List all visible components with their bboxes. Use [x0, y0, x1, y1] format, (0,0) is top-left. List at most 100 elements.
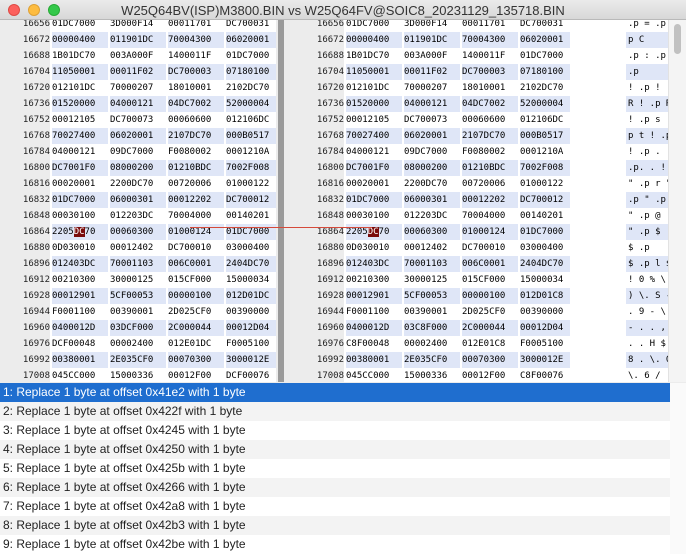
- right-hex-row[interactable]: 16928 00012901 5CF00053 00000100 012D01C8) \…: [294, 288, 668, 304]
- hex-cell[interactable]: 7002F008: [226, 160, 276, 176]
- difference-item[interactable]: 1: Replace 1 byte at offset 0x41e2 with …: [0, 383, 670, 402]
- right-hex-row[interactable]: 16688 1B01DC70 003A000F 1400011F 01DC7000 .p …: [294, 48, 668, 64]
- right-hex-row[interactable]: 16800 DC7001F0 08000200 01210BDC 7002F008 .p.…: [294, 160, 668, 176]
- hex-cell[interactable]: 00030100: [346, 208, 402, 224]
- divider-handle[interactable]: [278, 20, 284, 382]
- hex-cell[interactable]: 70001103: [404, 256, 460, 272]
- hex-cell[interactable]: 03DCF000: [110, 320, 166, 336]
- hex-cell[interactable]: 09DC7000: [404, 144, 460, 160]
- right-hex-row[interactable]: 16976 C8F00048 00002400 012E01C8 F0005100 . .…: [294, 336, 668, 352]
- hex-cell[interactable]: DC700031: [226, 20, 276, 32]
- difference-item[interactable]: 5: Replace 1 byte at offset 0x425b with …: [0, 459, 670, 478]
- hex-cell[interactable]: 15000034: [226, 272, 276, 288]
- hex-cell[interactable]: 0400012D: [52, 320, 108, 336]
- left-hex-row[interactable]: 16848 00030100 012203DC 70004000 00140201: [0, 208, 276, 224]
- difference-item[interactable]: 8: Replace 1 byte at offset 0x42b3 with …: [0, 516, 670, 535]
- difference-item[interactable]: 9: Replace 1 byte at offset 0x42be with …: [0, 535, 670, 554]
- right-hex-pane[interactable]: 16656 01DC7000 3D000F14 00011701 DC700031 .p …: [294, 20, 668, 382]
- hex-cell[interactable]: 70000207: [404, 80, 460, 96]
- hex-cell[interactable]: F0005100: [520, 336, 570, 352]
- hex-cell[interactable]: 012101DC: [52, 80, 108, 96]
- hex-cell[interactable]: 006C0001: [462, 256, 518, 272]
- difference-item[interactable]: 7: Replace 1 byte at offset 0x42a8 with …: [0, 497, 670, 516]
- hex-cell[interactable]: 012203DC: [404, 208, 460, 224]
- hex-cell[interactable]: 00012402: [404, 240, 460, 256]
- hex-cell[interactable]: 11050001: [346, 64, 402, 80]
- hex-cell[interactable]: DC700010: [462, 240, 518, 256]
- hex-cell[interactable]: 06020001: [110, 128, 166, 144]
- hex-cell[interactable]: 012106DC: [520, 112, 570, 128]
- hex-cell[interactable]: 07180100: [520, 64, 570, 80]
- hex-cell[interactable]: 1400011F: [462, 48, 518, 64]
- right-hex-row[interactable]: 16944 F0001100 00390001 2D025CF0 00390000 . 9…: [294, 304, 668, 320]
- hex-cell[interactable]: 00012901: [346, 288, 402, 304]
- hex-cell[interactable]: 00000400: [346, 32, 402, 48]
- hex-cell[interactable]: DC700012: [520, 192, 570, 208]
- hex-cell[interactable]: 012403DC: [346, 256, 402, 272]
- hex-cell[interactable]: 015CF000: [168, 272, 224, 288]
- hex-cell[interactable]: 00011F02: [404, 64, 460, 80]
- right-hex-row[interactable]: 16656 01DC7000 3D000F14 00011701 DC700031 .p …: [294, 20, 668, 32]
- hex-cell[interactable]: DCF00048: [52, 336, 108, 352]
- hex-cell[interactable]: 01DC7000: [520, 48, 570, 64]
- hex-cell[interactable]: DC700003: [168, 64, 224, 80]
- hex-cell[interactable]: 00011701: [462, 20, 518, 32]
- hex-cell[interactable]: 045CC000: [346, 368, 402, 382]
- hex-cell[interactable]: 04000121: [404, 96, 460, 112]
- hex-cell[interactable]: DC700012: [226, 192, 276, 208]
- hex-cell[interactable]: 70004000: [462, 208, 518, 224]
- hex-cell[interactable]: 70027400: [52, 128, 108, 144]
- hex-cell[interactable]: 11050001: [52, 64, 108, 80]
- hex-cell[interactable]: 01DC7000: [226, 48, 276, 64]
- hex-cell[interactable]: 04000121: [346, 144, 402, 160]
- hex-cell[interactable]: 09DC7000: [110, 144, 166, 160]
- hex-cell[interactable]: 00720006: [168, 176, 224, 192]
- difference-list[interactable]: 1: Replace 1 byte at offset 0x41e2 with …: [0, 383, 671, 554]
- hex-cell[interactable]: 06000301: [110, 192, 166, 208]
- hex-cell[interactable]: 00012F00: [168, 368, 224, 382]
- hex-cell[interactable]: 00060300: [110, 224, 166, 240]
- hex-cell[interactable]: 045CC000: [52, 368, 108, 382]
- hex-cell[interactable]: 015CF000: [462, 272, 518, 288]
- hex-cell[interactable]: 00011F02: [110, 64, 166, 80]
- right-hex-row[interactable]: 16896 012403DC 70001103 006C0001 2404DC70 $ .…: [294, 256, 668, 272]
- hex-cell[interactable]: 00060600: [462, 112, 518, 128]
- right-hex-row[interactable]: 16704 11050001 00011F02 DC700003 07180100 .p: [294, 64, 668, 80]
- hex-cell[interactable]: 2205DC70: [52, 224, 108, 240]
- hex-cell[interactable]: 2404DC70: [226, 256, 276, 272]
- hex-cell[interactable]: 00012901: [52, 288, 108, 304]
- hex-cell[interactable]: 2107DC70: [462, 128, 518, 144]
- hex-cell[interactable]: 0001210A: [520, 144, 570, 160]
- hex-cell[interactable]: 2102DC70: [226, 80, 276, 96]
- hex-cell[interactable]: 00020001: [52, 176, 108, 192]
- hex-cell[interactable]: 00070300: [462, 352, 518, 368]
- right-hex-row[interactable]: 16848 00030100 012203DC 70004000 00140201 " .…: [294, 208, 668, 224]
- hex-cell[interactable]: 012D01DC: [226, 288, 276, 304]
- hex-cell[interactable]: DC700031: [520, 20, 570, 32]
- hex-cell[interactable]: 70027400: [346, 128, 402, 144]
- hex-cell[interactable]: 00140201: [520, 208, 570, 224]
- hex-cell[interactable]: 06020001: [404, 128, 460, 144]
- hex-cell[interactable]: 06020001: [226, 32, 276, 48]
- hex-cell[interactable]: 00070300: [168, 352, 224, 368]
- left-hex-row[interactable]: 16672 00000400 011901DC 70004300 06020001: [0, 32, 276, 48]
- hex-cell[interactable]: F0005100: [226, 336, 276, 352]
- hex-cell[interactable]: 0D030010: [346, 240, 402, 256]
- difference-item[interactable]: 4: Replace 1 byte at offset 0x4250 with …: [0, 440, 670, 459]
- hex-cell[interactable]: 01000124: [462, 224, 518, 240]
- left-hex-row[interactable]: 16944 F0001100 00390001 2D025CF0 00390000: [0, 304, 276, 320]
- hex-cell[interactable]: 003A000F: [404, 48, 460, 64]
- hex-cell[interactable]: 01000122: [226, 176, 276, 192]
- hex-cell[interactable]: 012D01C8: [520, 288, 570, 304]
- left-hex-row[interactable]: 16992 00380001 2E035CF0 00070300 3000012E: [0, 352, 276, 368]
- hex-cell[interactable]: 00060300: [404, 224, 460, 240]
- hex-cell[interactable]: 30000125: [404, 272, 460, 288]
- hex-cell[interactable]: 00012202: [462, 192, 518, 208]
- hex-cell[interactable]: 5CF00053: [110, 288, 166, 304]
- hex-cell[interactable]: 00020001: [346, 176, 402, 192]
- hex-cell[interactable]: 00210300: [346, 272, 402, 288]
- hex-cell[interactable]: 06020001: [520, 32, 570, 48]
- hex-cell[interactable]: 18010001: [168, 80, 224, 96]
- hex-cell[interactable]: DC700003: [462, 64, 518, 80]
- hex-cell[interactable]: 00030100: [52, 208, 108, 224]
